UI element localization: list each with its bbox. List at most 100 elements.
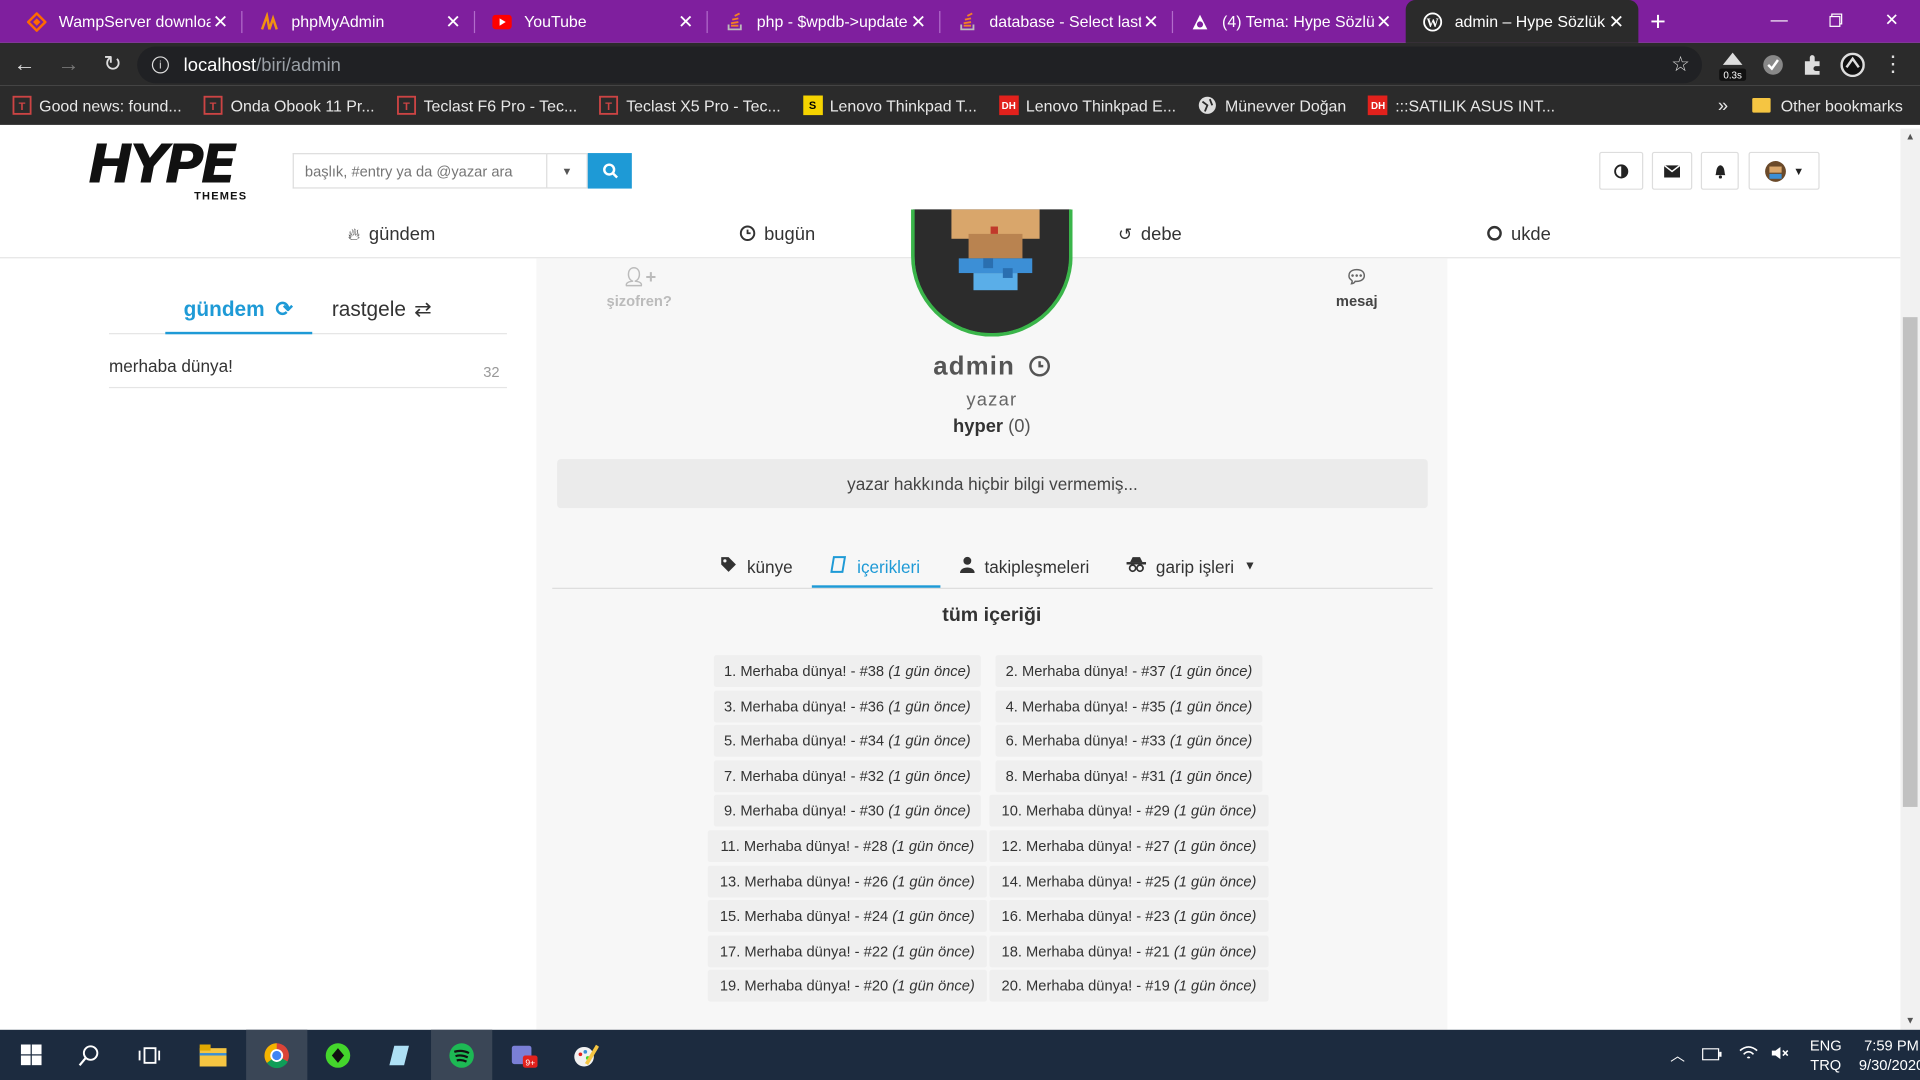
- tab-kunye[interactable]: künye: [720, 556, 793, 577]
- content-item[interactable]: 13. Merhaba dünya! - #26 (1 gün önce): [707, 865, 987, 898]
- nav-ukde[interactable]: ukde: [1487, 224, 1551, 245]
- scroll-down-icon[interactable]: ▼: [1900, 1013, 1920, 1030]
- bookmark-item[interactable]: DH:::SATILIK ASUS INT...: [1368, 95, 1555, 116]
- reload-icon[interactable]: ↻: [93, 45, 132, 84]
- file-explorer-button[interactable]: [182, 1030, 243, 1080]
- scroll-up-icon[interactable]: ▲: [1900, 129, 1920, 146]
- search-taskbar-button[interactable]: [59, 1030, 120, 1080]
- page-scrollbar[interactable]: ▲ ▼: [1900, 128, 1920, 1030]
- sidebar-entry[interactable]: merhaba dünya! 32: [108, 349, 507, 389]
- content-item[interactable]: 3. Merhaba dünya! - #36 (1 gün önce): [713, 690, 981, 722]
- close-window-icon[interactable]: ✕: [1864, 0, 1920, 39]
- site-logo[interactable]: HYPE THEMES: [88, 138, 250, 202]
- bookmark-item[interactable]: S Lenovo Thinkpad T...: [802, 95, 977, 116]
- minimize-icon[interactable]: —: [1751, 0, 1807, 39]
- clock-icon[interactable]: [1028, 353, 1050, 381]
- bookmark-item[interactable]: T Teclast F6 Pro - Tec...: [396, 95, 577, 116]
- check-extension-icon[interactable]: [1758, 43, 1787, 86]
- close-tab-icon[interactable]: ✕: [1374, 10, 1394, 33]
- site-info-icon[interactable]: i: [151, 56, 169, 74]
- nav-debe[interactable]: ↺ debe: [1118, 224, 1182, 245]
- battery-icon[interactable]: [1702, 1046, 1722, 1063]
- close-tab-icon[interactable]: ✕: [1141, 10, 1161, 33]
- tab-hype-admin[interactable]: W admin – Hype Sözlük ✕: [1405, 0, 1639, 43]
- content-item[interactable]: 20. Merhaba dünya! - #19 (1 gün önce): [989, 970, 1269, 1003]
- phone-taskbar-button[interactable]: 9+: [493, 1030, 554, 1080]
- content-item[interactable]: 15. Merhaba dünya! - #24 (1 gün önce): [707, 900, 987, 933]
- tab-icerikleri[interactable]: içerikleri: [830, 556, 920, 577]
- content-item[interactable]: 19. Merhaba dünya! - #20 (1 gün önce): [707, 970, 987, 1003]
- tab-stackoverflow-wpdb[interactable]: php - $wpdb->update ✕: [708, 0, 941, 43]
- content-item[interactable]: 4. Merhaba dünya! - #35 (1 gün önce): [995, 690, 1263, 722]
- content-item[interactable]: 8. Merhaba dünya! - #31 (1 gün önce): [995, 760, 1263, 792]
- bookmark-star-icon[interactable]: ☆: [1671, 53, 1690, 77]
- content-item[interactable]: 17. Merhaba dünya! - #22 (1 gün önce): [707, 935, 987, 968]
- bookmark-item[interactable]: T Good news: found...: [12, 95, 182, 116]
- start-button[interactable]: [0, 1030, 61, 1080]
- content-item[interactable]: 14. Merhaba dünya! - #25 (1 gün önce): [989, 865, 1269, 898]
- schizo-button[interactable]: 👤︎+ şizofren?: [590, 266, 688, 310]
- close-tab-icon[interactable]: ✕: [443, 10, 463, 33]
- sidebar-tab-rastgele[interactable]: rastgele ⇄: [332, 298, 432, 322]
- spotify-taskbar-button[interactable]: [431, 1029, 493, 1080]
- content-item[interactable]: 18. Merhaba dünya! - #21 (1 gün önce): [989, 935, 1269, 968]
- close-tab-icon[interactable]: ✕: [909, 10, 929, 33]
- tab-garip-isleri[interactable]: garip işleri ▼: [1126, 556, 1256, 577]
- maximize-icon[interactable]: [1807, 0, 1863, 39]
- theme-toggle-button[interactable]: [1599, 151, 1644, 190]
- content-item[interactable]: 2. Merhaba dünya! - #37 (1 gün önce): [995, 655, 1263, 687]
- tab-stackoverflow-select[interactable]: database - Select last N ✕: [940, 0, 1174, 43]
- message-button[interactable]: 💬︎ mesaj: [1308, 266, 1406, 310]
- content-item[interactable]: 1. Merhaba dünya! - #38 (1 gün önce): [713, 655, 981, 687]
- new-tab-button[interactable]: +: [1638, 0, 1677, 43]
- forward-icon[interactable]: →: [49, 45, 88, 84]
- show-hidden-icons-icon[interactable]: ︿: [1670, 1044, 1685, 1065]
- task-view-button[interactable]: [119, 1030, 180, 1080]
- volume-muted-icon[interactable]: [1771, 1046, 1791, 1064]
- tab-youtube[interactable]: YouTube ✕: [475, 0, 708, 43]
- clock[interactable]: 7:59 PM 9/30/2020: [1859, 1035, 1920, 1074]
- profile-avatar-icon[interactable]: [1837, 43, 1869, 86]
- bookmark-item[interactable]: T Teclast X5 Pro - Tec...: [599, 95, 781, 116]
- close-tab-icon[interactable]: ✕: [211, 10, 231, 33]
- search-button[interactable]: [587, 153, 632, 189]
- refresh-icon[interactable]: ⟳: [275, 298, 292, 321]
- nav-gundem[interactable]: 🔥︎ gündem: [348, 224, 436, 245]
- content-item[interactable]: 5. Merhaba dünya! - #34 (1 gün önce): [713, 725, 981, 757]
- chrome-taskbar-button[interactable]: [246, 1029, 308, 1080]
- search-input[interactable]: [292, 153, 547, 189]
- tab-phpmyadmin[interactable]: phpMyAdmin ✕: [242, 0, 476, 43]
- content-item[interactable]: 7. Merhaba dünya! - #32 (1 gün önce): [713, 760, 981, 792]
- paint-taskbar-button[interactable]: [555, 1030, 616, 1080]
- other-bookmarks[interactable]: » Other bookmarks: [1718, 86, 1903, 125]
- content-item[interactable]: 11. Merhaba dünya! - #28 (1 gün önce): [707, 830, 987, 863]
- bookmark-item[interactable]: Münevver Doğan: [1198, 96, 1346, 116]
- sidebar-tab-gundem[interactable]: gündem ⟳: [184, 298, 293, 322]
- scrollbar-thumb[interactable]: [1902, 317, 1918, 807]
- content-item[interactable]: 10. Merhaba dünya! - #29 (1 gün önce): [989, 795, 1269, 828]
- close-tab-icon[interactable]: ✕: [676, 10, 696, 33]
- messages-button[interactable]: [1651, 151, 1693, 190]
- chrome-menu-icon[interactable]: ⋮: [1878, 43, 1907, 86]
- extensions-puzzle-icon[interactable]: [1798, 43, 1827, 86]
- address-bar[interactable]: i localhost/biri/admin ☆: [137, 46, 1703, 84]
- content-item[interactable]: 6. Merhaba dünya! - #33 (1 gün önce): [995, 725, 1263, 757]
- close-tab-icon[interactable]: ✕: [1607, 10, 1627, 33]
- nav-bugun[interactable]: bugün: [739, 224, 815, 245]
- content-item[interactable]: 16. Merhaba dünya! - #23 (1 gün önce): [989, 900, 1269, 933]
- bookmark-item[interactable]: T Onda Obook 11 Pr...: [204, 95, 375, 116]
- wifi-icon[interactable]: [1739, 1046, 1759, 1064]
- more-bookmarks-icon[interactable]: »: [1718, 95, 1728, 116]
- tab-hype-forum[interactable]: (4) Tema: Hype Sözlük ✕: [1173, 0, 1406, 43]
- notes-taskbar-button[interactable]: [369, 1030, 430, 1080]
- search-options-dropdown[interactable]: ▼: [546, 153, 588, 189]
- razer-taskbar-button[interactable]: [307, 1030, 368, 1080]
- tab-wampserver[interactable]: WampServer downloads ✕: [10, 0, 243, 43]
- speed-extension-icon[interactable]: 0.3s: [1714, 43, 1751, 86]
- bookmark-item[interactable]: DH Lenovo Thinkpad E...: [998, 95, 1176, 116]
- user-menu-button[interactable]: ▼: [1748, 151, 1820, 190]
- tab-takiplesmeleri[interactable]: takipleşmeleri: [960, 556, 1089, 577]
- back-icon[interactable]: ←: [5, 45, 44, 84]
- content-item[interactable]: 12. Merhaba dünya! - #27 (1 gün önce): [989, 830, 1269, 863]
- content-item[interactable]: 9. Merhaba dünya! - #30 (1 gün önce): [713, 795, 981, 828]
